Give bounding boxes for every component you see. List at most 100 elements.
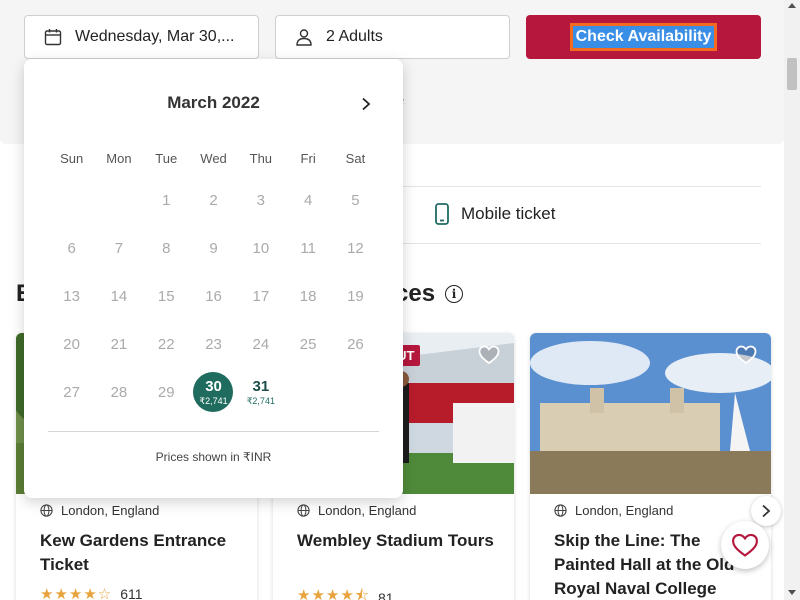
star-rating: ★★★★☆ — [40, 586, 113, 600]
day-number: 16 — [205, 287, 222, 305]
scroll-up-arrow[interactable] — [788, 3, 796, 8]
calendar-day[interactable]: 31 ₹2,741 — [237, 368, 284, 416]
review-count: 611 — [120, 586, 143, 600]
day-number: 26 — [347, 335, 364, 353]
card-rating: ★★★★☆ 611 — [40, 585, 143, 600]
calendar-empty-cell — [48, 176, 95, 224]
card-image — [530, 333, 771, 494]
day-number: 10 — [252, 239, 270, 257]
heart-icon[interactable] — [478, 345, 500, 365]
card-location-text: London, England — [318, 503, 417, 518]
calendar-day: 6 — [48, 224, 95, 272]
globe-icon — [554, 504, 567, 517]
day-number: 14 — [110, 287, 128, 305]
calendar-day: 7 — [95, 224, 142, 272]
chevron-right-icon — [362, 97, 371, 111]
calendar-day: 20 — [48, 320, 95, 368]
calendar-day: 8 — [143, 224, 190, 272]
day-number: 4 — [303, 191, 313, 209]
calendar-empty-cell — [332, 368, 379, 416]
review-count: 81 — [378, 589, 394, 600]
calendar-day: 9 — [190, 224, 237, 272]
calendar-next-month-button[interactable] — [357, 95, 375, 113]
card-location: London, England — [554, 503, 673, 518]
calendar-day: 21 — [95, 320, 142, 368]
date-picker-field[interactable]: Wednesday, Mar 30,... — [24, 15, 259, 59]
card-location: London, England — [297, 503, 416, 518]
calendar-empty-cell — [95, 176, 142, 224]
calendar-day: 26 — [332, 320, 379, 368]
card-title[interactable]: Kew Gardens Entrance Ticket — [40, 529, 245, 577]
scroll-down-arrow[interactable] — [788, 590, 796, 595]
calendar-day: 29 — [143, 368, 190, 416]
calendar-day: 18 — [284, 272, 331, 320]
calendar-day: 5 — [332, 176, 379, 224]
day-number: 15 — [157, 287, 175, 305]
day-number: 25 — [299, 335, 317, 353]
info-icon[interactable]: i — [445, 285, 464, 303]
section-title: ces i — [395, 280, 464, 308]
calendar-popup: March 2022 Sun Mon Tue Wed Thu Fri Sat 1234567… — [24, 59, 403, 498]
day-number: 7 — [114, 239, 124, 257]
day-number: 6 — [67, 239, 76, 257]
day-number: 17 — [252, 287, 270, 305]
mobile-icon — [434, 203, 452, 225]
weekday-label: Sun — [60, 151, 84, 166]
calendar-day: 10 — [237, 224, 284, 272]
day-number: 24 — [252, 335, 270, 353]
date-value: Wednesday, Mar 30,... — [75, 28, 235, 45]
calendar-day: 16 — [190, 272, 237, 320]
check-availability-label: Check Availability — [569, 23, 718, 51]
calendar-day: 28 — [95, 368, 142, 416]
calendar-day: 23 — [190, 320, 237, 368]
day-number: 9 — [209, 239, 218, 257]
day-number: 11 — [300, 239, 316, 257]
day-number: 21 — [110, 335, 128, 353]
calendar-day: 17 — [237, 272, 284, 320]
calendar-day: 1 — [143, 176, 190, 224]
card-title[interactable]: Wembley Stadium Tours — [297, 529, 502, 553]
carousel-next-button[interactable] — [751, 496, 781, 526]
calendar-day: 14 — [95, 272, 142, 320]
weekday-label: Wed — [200, 151, 227, 166]
wishlist-button[interactable] — [721, 521, 769, 569]
day-price: ₹2,741 — [246, 395, 275, 406]
calendar-empty-cell — [284, 368, 331, 416]
day-number: 27 — [63, 383, 80, 401]
person-icon — [294, 27, 314, 47]
feature-mobile-ticket: Mobile ticket — [434, 203, 555, 225]
calendar-day-selected[interactable]: 30 ₹2,741 — [190, 368, 237, 416]
calendar-day: 19 — [332, 272, 379, 320]
star-rating: ★★★★⯪ — [297, 587, 370, 600]
day-number: 13 — [63, 287, 80, 305]
calendar-day: 2 — [190, 176, 237, 224]
day-number: 18 — [299, 287, 317, 305]
day-number: 31 — [252, 377, 270, 395]
calendar-weekday-header: Sun Mon Tue Wed Thu Fri Sat — [48, 151, 379, 166]
page: Wednesday, Mar 30,... 2 Adults Check Ava… — [0, 0, 800, 600]
day-price: ₹2,741 — [199, 395, 228, 406]
guests-field[interactable]: 2 Adults — [275, 15, 510, 59]
chevron-right-icon — [762, 504, 771, 518]
guests-value: 2 Adults — [326, 28, 383, 45]
weekday-label: Thu — [249, 151, 273, 166]
heart-icon[interactable] — [735, 345, 757, 365]
day-number: 2 — [209, 191, 218, 209]
scrollbar-thumb[interactable] — [787, 58, 797, 90]
calendar-day: 4 — [284, 176, 331, 224]
card-location-text: London, England — [575, 503, 674, 518]
day-number: 5 — [351, 191, 360, 209]
calendar-day: 15 — [143, 272, 190, 320]
day-number: 8 — [162, 239, 171, 257]
calendar-day: 22 — [143, 320, 190, 368]
weekday-label: Tue — [155, 151, 178, 166]
calendar-day: 24 — [237, 320, 284, 368]
day-number: 3 — [256, 191, 265, 209]
check-availability-button[interactable]: Check Availability — [526, 15, 761, 59]
calendar-divider — [48, 431, 379, 432]
heart-icon — [732, 533, 758, 557]
day-number: 23 — [205, 335, 222, 353]
scrollbar[interactable] — [784, 0, 800, 600]
day-number: 28 — [110, 383, 128, 401]
card-location-text: London, England — [61, 503, 160, 518]
